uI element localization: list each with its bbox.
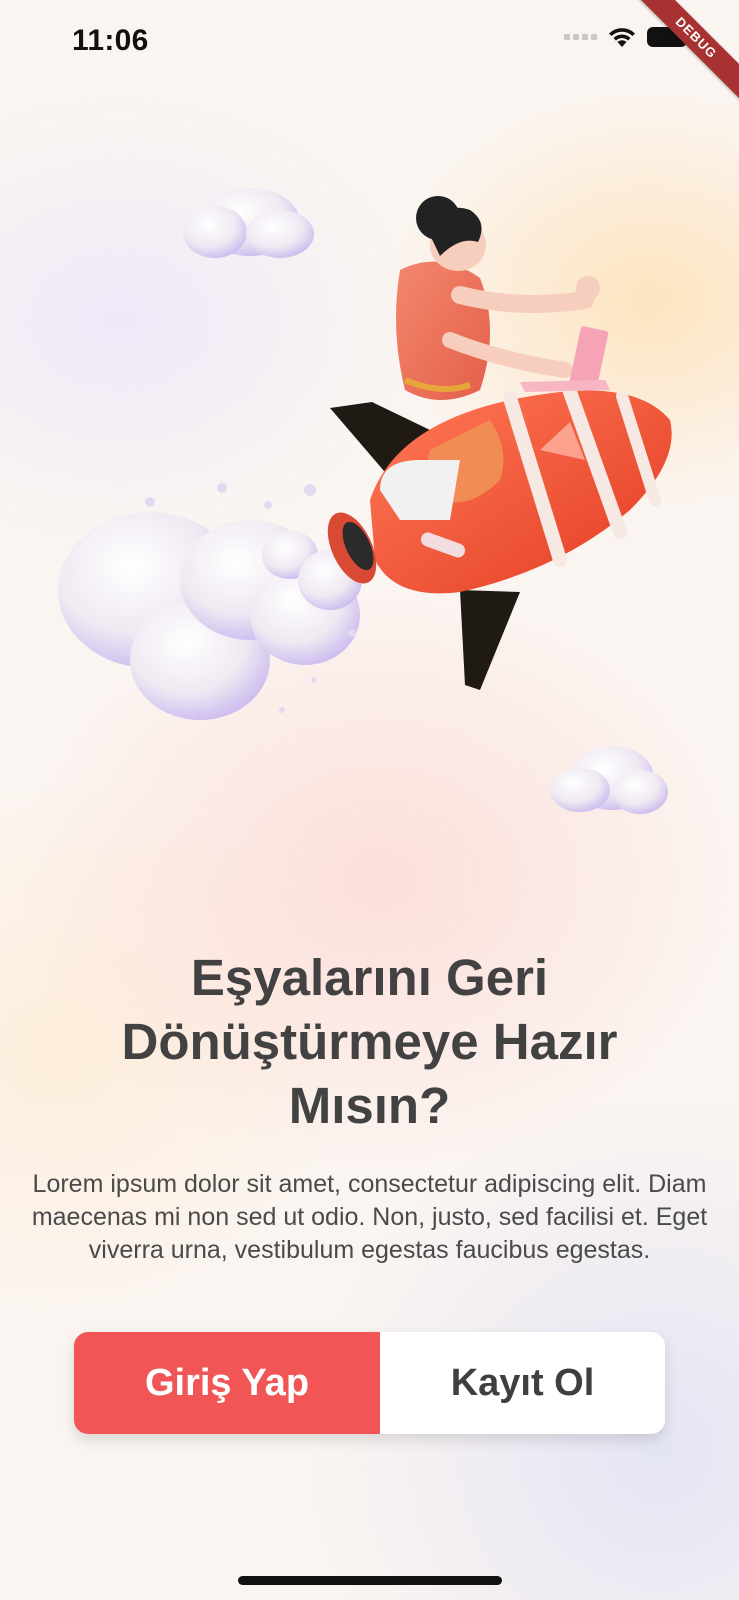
- auth-button-group: Giriş Yap Kayıt Ol: [74, 1332, 665, 1434]
- status-bar: 11:06 DEBUG: [0, 0, 739, 107]
- smoke-icon: [58, 483, 362, 720]
- register-button[interactable]: Kayıt Ol: [380, 1332, 665, 1434]
- cloud-icon: [183, 188, 314, 258]
- status-icons: [564, 26, 692, 48]
- onboarding-description: Lorem ipsum dolor sit amet, consectetur …: [31, 1170, 708, 1264]
- rocket-girl-illustration: [58, 188, 672, 814]
- cellular-signal-icon: [564, 34, 597, 40]
- wifi-icon: [609, 28, 635, 47]
- onboarding-title: Eşyalarını Geri Dönüştürmeye Hazır Mısın…: [121, 949, 618, 1134]
- login-button[interactable]: Giriş Yap: [74, 1332, 380, 1434]
- status-time: 11:06: [72, 24, 149, 57]
- home-indicator[interactable]: [238, 1576, 502, 1585]
- debug-banner: DEBUG: [627, 0, 739, 107]
- cloud-icon: [550, 746, 668, 814]
